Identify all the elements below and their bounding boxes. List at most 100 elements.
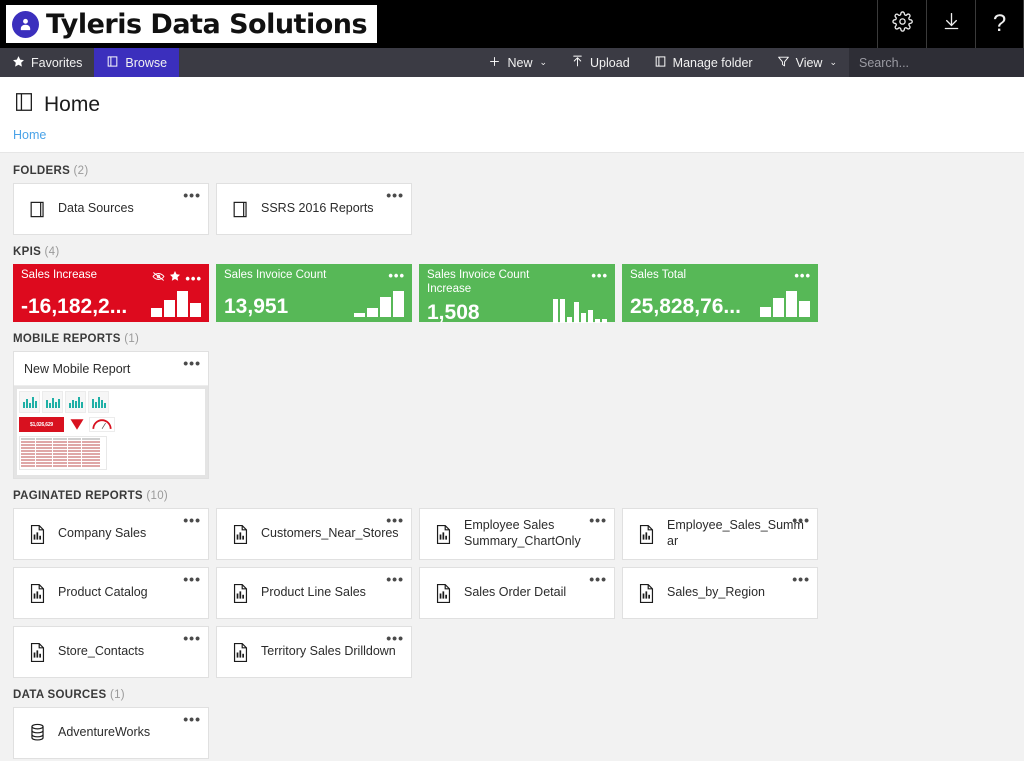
report-document-icon <box>24 524 50 545</box>
kpi-tile[interactable]: ••• Sales Total 25,828,76... <box>622 264 818 322</box>
thumbnail-table-row <box>21 456 105 458</box>
chevron-down-icon: ⌄ <box>829 58 837 67</box>
tab-browse[interactable]: Browse <box>94 48 179 77</box>
thumbnail-table-row <box>21 450 105 452</box>
report-card[interactable]: •••Employee_Sales_Summar <box>622 508 818 560</box>
tab-favorites-label: Favorites <box>31 56 82 70</box>
help-button[interactable]: ? <box>975 0 1024 48</box>
eye-slash-icon <box>152 269 165 287</box>
bar-chart-icon <box>19 391 40 413</box>
section-kpis-count: (4) <box>45 246 60 258</box>
context-menu-button[interactable]: ••• <box>386 188 404 202</box>
sparkline-bar <box>773 298 784 317</box>
section-folders-count: (2) <box>74 165 89 177</box>
kpi-value: 25,828,76... <box>630 296 741 317</box>
plus-icon <box>488 55 501 71</box>
upload-button-label: Upload <box>590 56 630 70</box>
search-input[interactable] <box>859 56 1020 70</box>
folder-label: SSRS 2016 Reports <box>261 201 374 217</box>
report-card[interactable]: •••Store_Contacts <box>13 626 209 678</box>
mobile-report-card[interactable]: ••• New Mobile Report $1,026,629 <box>13 351 209 479</box>
section-data-sources-count: (1) <box>110 689 125 701</box>
kpi-tile[interactable]: ••• Sales Invoice Count 13,951 <box>216 264 412 322</box>
folder-card[interactable]: ••• SSRS 2016 Reports <box>216 183 412 235</box>
context-menu-button[interactable]: ••• <box>589 513 607 527</box>
upload-button[interactable]: Upload <box>559 48 642 77</box>
manage-folder-button-label: Manage folder <box>673 56 753 70</box>
context-menu-button[interactable]: ••• <box>183 631 201 645</box>
top-bar: Tyleris Data Solutions ? <box>0 0 1024 48</box>
context-menu-button[interactable]: ••• <box>386 572 404 586</box>
report-card[interactable]: •••Company Sales <box>13 508 209 560</box>
report-card[interactable]: ••• Product Line Sales <box>216 567 412 619</box>
command-bar: Favorites Browse New ⌄ <box>0 48 1024 77</box>
context-menu-button[interactable]: ••• <box>591 269 608 282</box>
section-folders-heading: FOLDERS (2) <box>13 165 1011 177</box>
view-button[interactable]: View ⌄ <box>765 48 849 77</box>
data-source-label: AdventureWorks <box>58 725 150 741</box>
context-menu-button[interactable]: ••• <box>185 272 202 285</box>
mobile-reports-grid: ••• New Mobile Report $1,026,629 <box>13 351 1011 479</box>
context-menu-button[interactable]: ••• <box>183 356 201 370</box>
report-label: Product Line Sales <box>261 585 366 601</box>
search-box[interactable] <box>849 48 1024 77</box>
sparkline-bar <box>177 291 188 317</box>
context-menu-button[interactable]: ••• <box>792 572 810 586</box>
content-area: FOLDERS (2) ••• Data Sources ••• <box>0 153 1024 761</box>
context-menu-button[interactable]: ••• <box>589 572 607 586</box>
context-menu-button[interactable]: ••• <box>794 269 811 282</box>
kpis-grid: ••• Sales Increase -16,182,2... ••• Sale… <box>13 264 1011 322</box>
report-label: Territory Sales Drilldown <box>261 644 396 660</box>
sparkline-bar <box>354 313 365 317</box>
report-label: Employee Sales Summary_ChartOnly <box>464 518 604 549</box>
settings-button[interactable] <box>877 0 926 48</box>
data-source-card[interactable]: ••• AdventureWorks <box>13 707 209 759</box>
download-button[interactable] <box>926 0 975 48</box>
command-bar-spacer <box>179 48 476 77</box>
report-card[interactable]: •••Employee Sales Summary_ChartOnly <box>419 508 615 560</box>
thumbnail-kpi-row: $1,026,629 <box>17 415 205 434</box>
kpi-sparkline <box>354 291 404 317</box>
context-menu-button[interactable]: ••• <box>386 513 404 527</box>
context-menu-button[interactable]: ••• <box>792 513 810 527</box>
kpi-tile[interactable]: ••• Sales Increase -16,182,2... <box>13 264 209 322</box>
context-menu-button[interactable]: ••• <box>183 572 201 586</box>
thumbnail-table-row <box>21 444 105 446</box>
paginated-reports-grid: •••Company Sales•••Customers_Near_Stores… <box>13 508 1011 678</box>
manage-folder-button[interactable]: Manage folder <box>642 48 765 77</box>
context-menu-button[interactable]: ••• <box>183 712 201 726</box>
sparkline-bar <box>393 291 404 317</box>
new-button[interactable]: New ⌄ <box>476 48 559 77</box>
report-card[interactable]: •••Territory Sales Drilldown <box>216 626 412 678</box>
report-document-icon <box>430 524 456 545</box>
tab-favorites[interactable]: Favorites <box>0 48 94 77</box>
bar-chart-icon <box>65 391 86 413</box>
report-card[interactable]: •••Sales_by_Region <box>622 567 818 619</box>
kpi-tile[interactable]: ••• Sales Invoice Count Increase 1,508 <box>419 264 615 322</box>
report-label: Sales Order Detail <box>464 585 566 601</box>
report-document-icon <box>24 583 50 604</box>
context-menu-button[interactable]: ••• <box>386 631 404 645</box>
sparkline-bar <box>602 319 607 323</box>
kpi-body: 1,508 <box>427 297 607 328</box>
section-kpis-heading: KPIS (4) <box>13 246 1011 258</box>
kpi-body: 25,828,76... <box>630 283 810 322</box>
star-icon <box>169 269 181 287</box>
report-card[interactable]: •••Customers_Near_Stores <box>216 508 412 560</box>
brand[interactable]: Tyleris Data Solutions <box>4 3 379 45</box>
sparkline-bar <box>799 301 810 317</box>
breadcrumb[interactable]: Home <box>13 128 1024 142</box>
context-menu-button[interactable]: ••• <box>388 269 405 282</box>
upload-arrow-icon <box>571 54 584 71</box>
context-menu-button[interactable]: ••• <box>183 513 201 527</box>
context-menu-button[interactable]: ••• <box>183 188 201 202</box>
kpi-sparkline <box>151 291 201 317</box>
page-header: Home Home <box>0 77 1024 153</box>
section-mobile-reports-heading: MOBILE REPORTS (1) <box>13 333 1011 345</box>
report-card[interactable]: ••• Product Catalog <box>13 567 209 619</box>
report-label: Product Catalog <box>58 585 148 601</box>
kpi-value: 13,951 <box>224 296 288 317</box>
kpi-value: 1,508 <box>427 302 480 323</box>
folder-card[interactable]: ••• Data Sources <box>13 183 209 235</box>
report-card[interactable]: ••• Sales Order Detail <box>419 567 615 619</box>
